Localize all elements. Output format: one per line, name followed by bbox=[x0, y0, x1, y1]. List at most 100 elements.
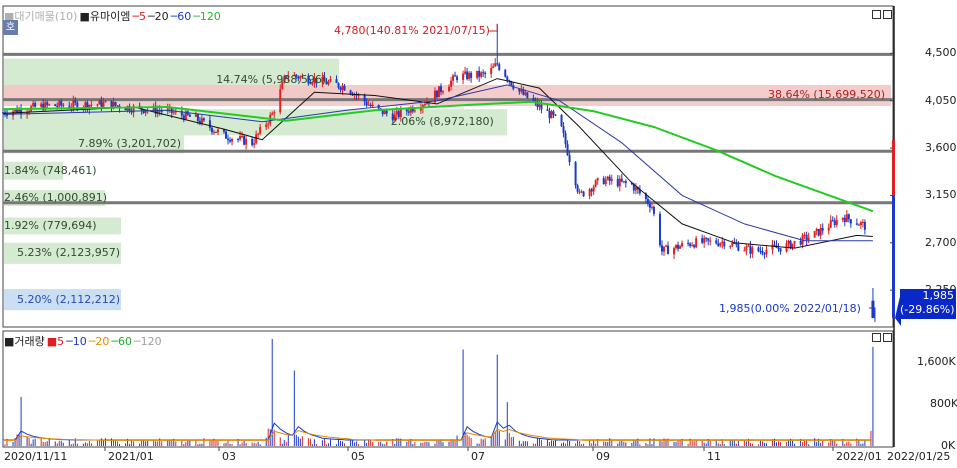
candle-body bbox=[624, 181, 627, 184]
candle-body bbox=[590, 189, 593, 192]
candle-body bbox=[588, 189, 591, 197]
candle-body bbox=[604, 179, 607, 185]
candle-body bbox=[857, 224, 860, 226]
candle-body bbox=[84, 102, 87, 108]
legend-item-vol-ma60[interactable]: ─60 bbox=[111, 335, 132, 348]
candle-body bbox=[665, 245, 667, 247]
candle-body bbox=[817, 228, 820, 236]
candle-body bbox=[496, 63, 499, 65]
candle-body bbox=[454, 75, 457, 77]
candle-body bbox=[861, 221, 864, 223]
price-legend: ■대기매물(10) ■유마이엠 ─5 ─20 ─60 ─120 bbox=[4, 8, 223, 24]
candle-body bbox=[568, 155, 571, 163]
candle-body bbox=[620, 178, 623, 182]
candle-body bbox=[196, 114, 199, 121]
candle-body bbox=[863, 221, 866, 230]
candle-body bbox=[46, 102, 49, 105]
candle-body bbox=[779, 248, 782, 252]
candle-body bbox=[719, 243, 722, 246]
candle-body bbox=[578, 191, 581, 193]
candle-body bbox=[616, 178, 619, 187]
candle-body bbox=[114, 101, 117, 106]
legend-item-ma120[interactable]: ─120 bbox=[193, 10, 221, 23]
candle-body bbox=[552, 111, 555, 115]
candle-body bbox=[773, 244, 776, 246]
candle-body bbox=[40, 103, 43, 107]
candle-body bbox=[349, 90, 352, 94]
legend-item-vol-ma10[interactable]: ─10 bbox=[66, 335, 87, 348]
candle-body bbox=[592, 186, 595, 192]
x-tick-label: 03 bbox=[222, 450, 236, 463]
candle-body bbox=[470, 72, 473, 78]
candle-body bbox=[757, 247, 760, 252]
legend-item-vol-ma120[interactable]: ─120 bbox=[134, 335, 162, 348]
candle-body bbox=[466, 71, 469, 79]
volume-close-button[interactable] bbox=[883, 333, 892, 342]
side-tab-button[interactable]: 호 bbox=[3, 20, 18, 35]
candle-body bbox=[524, 92, 527, 95]
candle-body bbox=[821, 227, 824, 231]
candle-body bbox=[777, 248, 780, 250]
volume-restore-button[interactable] bbox=[872, 333, 881, 342]
candle-body bbox=[229, 140, 232, 142]
candle-body bbox=[745, 246, 748, 251]
candle-body bbox=[574, 162, 577, 186]
candle-body bbox=[835, 219, 838, 225]
candle-body bbox=[799, 240, 802, 245]
candle-body bbox=[759, 251, 762, 253]
panel-restore-button[interactable] bbox=[872, 10, 881, 19]
panel-close-button[interactable] bbox=[883, 10, 892, 19]
candle-body bbox=[413, 110, 416, 112]
candle-body bbox=[831, 220, 834, 222]
candle-body bbox=[743, 250, 746, 252]
x-tick-label: 2022/01 bbox=[836, 450, 882, 463]
legend-item-vol-ma20[interactable]: ─20 bbox=[89, 335, 110, 348]
candle-body bbox=[239, 135, 242, 140]
candle-body bbox=[279, 89, 282, 113]
candle-body bbox=[675, 244, 678, 249]
candle-body bbox=[214, 131, 217, 133]
candle-body bbox=[478, 70, 481, 77]
candle-body bbox=[855, 223, 858, 225]
candle-body bbox=[787, 240, 790, 244]
candle-body bbox=[74, 100, 77, 103]
candle-body bbox=[610, 178, 613, 181]
candle-body bbox=[251, 139, 254, 145]
candle-body bbox=[548, 110, 551, 119]
candle-body bbox=[765, 249, 768, 255]
candle-body bbox=[560, 114, 563, 127]
candle-body bbox=[673, 248, 676, 255]
candle-body bbox=[829, 220, 832, 228]
candle-body bbox=[210, 127, 213, 133]
candle-body bbox=[729, 246, 732, 248]
candle-body bbox=[72, 100, 75, 108]
candle-body bbox=[435, 90, 438, 98]
candle-body bbox=[365, 101, 368, 106]
candle-body bbox=[450, 80, 453, 87]
candle-body bbox=[580, 191, 583, 193]
x-tick-label: 05 bbox=[351, 450, 365, 463]
legend-item-ma60[interactable]: ─60 bbox=[171, 10, 192, 23]
candle-body bbox=[681, 243, 684, 247]
candle-body bbox=[462, 73, 465, 81]
candle-body bbox=[335, 79, 338, 84]
range-bar-down bbox=[892, 195, 895, 319]
candle-body bbox=[60, 101, 63, 106]
legend-item-ma5[interactable]: ─5 bbox=[132, 10, 146, 23]
candle-body bbox=[369, 104, 372, 107]
legend-item-ma20[interactable]: ─20 bbox=[148, 10, 169, 23]
candle-body bbox=[650, 206, 653, 208]
candle-body bbox=[805, 234, 808, 241]
candle-body bbox=[715, 240, 718, 244]
legend-item-vol-ma5[interactable]: ■5 bbox=[47, 335, 64, 348]
legend-item-price[interactable]: ■유마이엠 bbox=[79, 10, 130, 23]
candle-body bbox=[622, 181, 625, 183]
candle-body bbox=[456, 76, 459, 81]
candle-body bbox=[859, 222, 862, 225]
candle-body bbox=[677, 244, 680, 249]
candle-body bbox=[490, 67, 493, 74]
legend-item-volume[interactable]: ■거래량 bbox=[4, 335, 45, 348]
candle-body bbox=[116, 105, 119, 107]
candle-body bbox=[667, 245, 670, 255]
candle-body bbox=[520, 90, 523, 92]
